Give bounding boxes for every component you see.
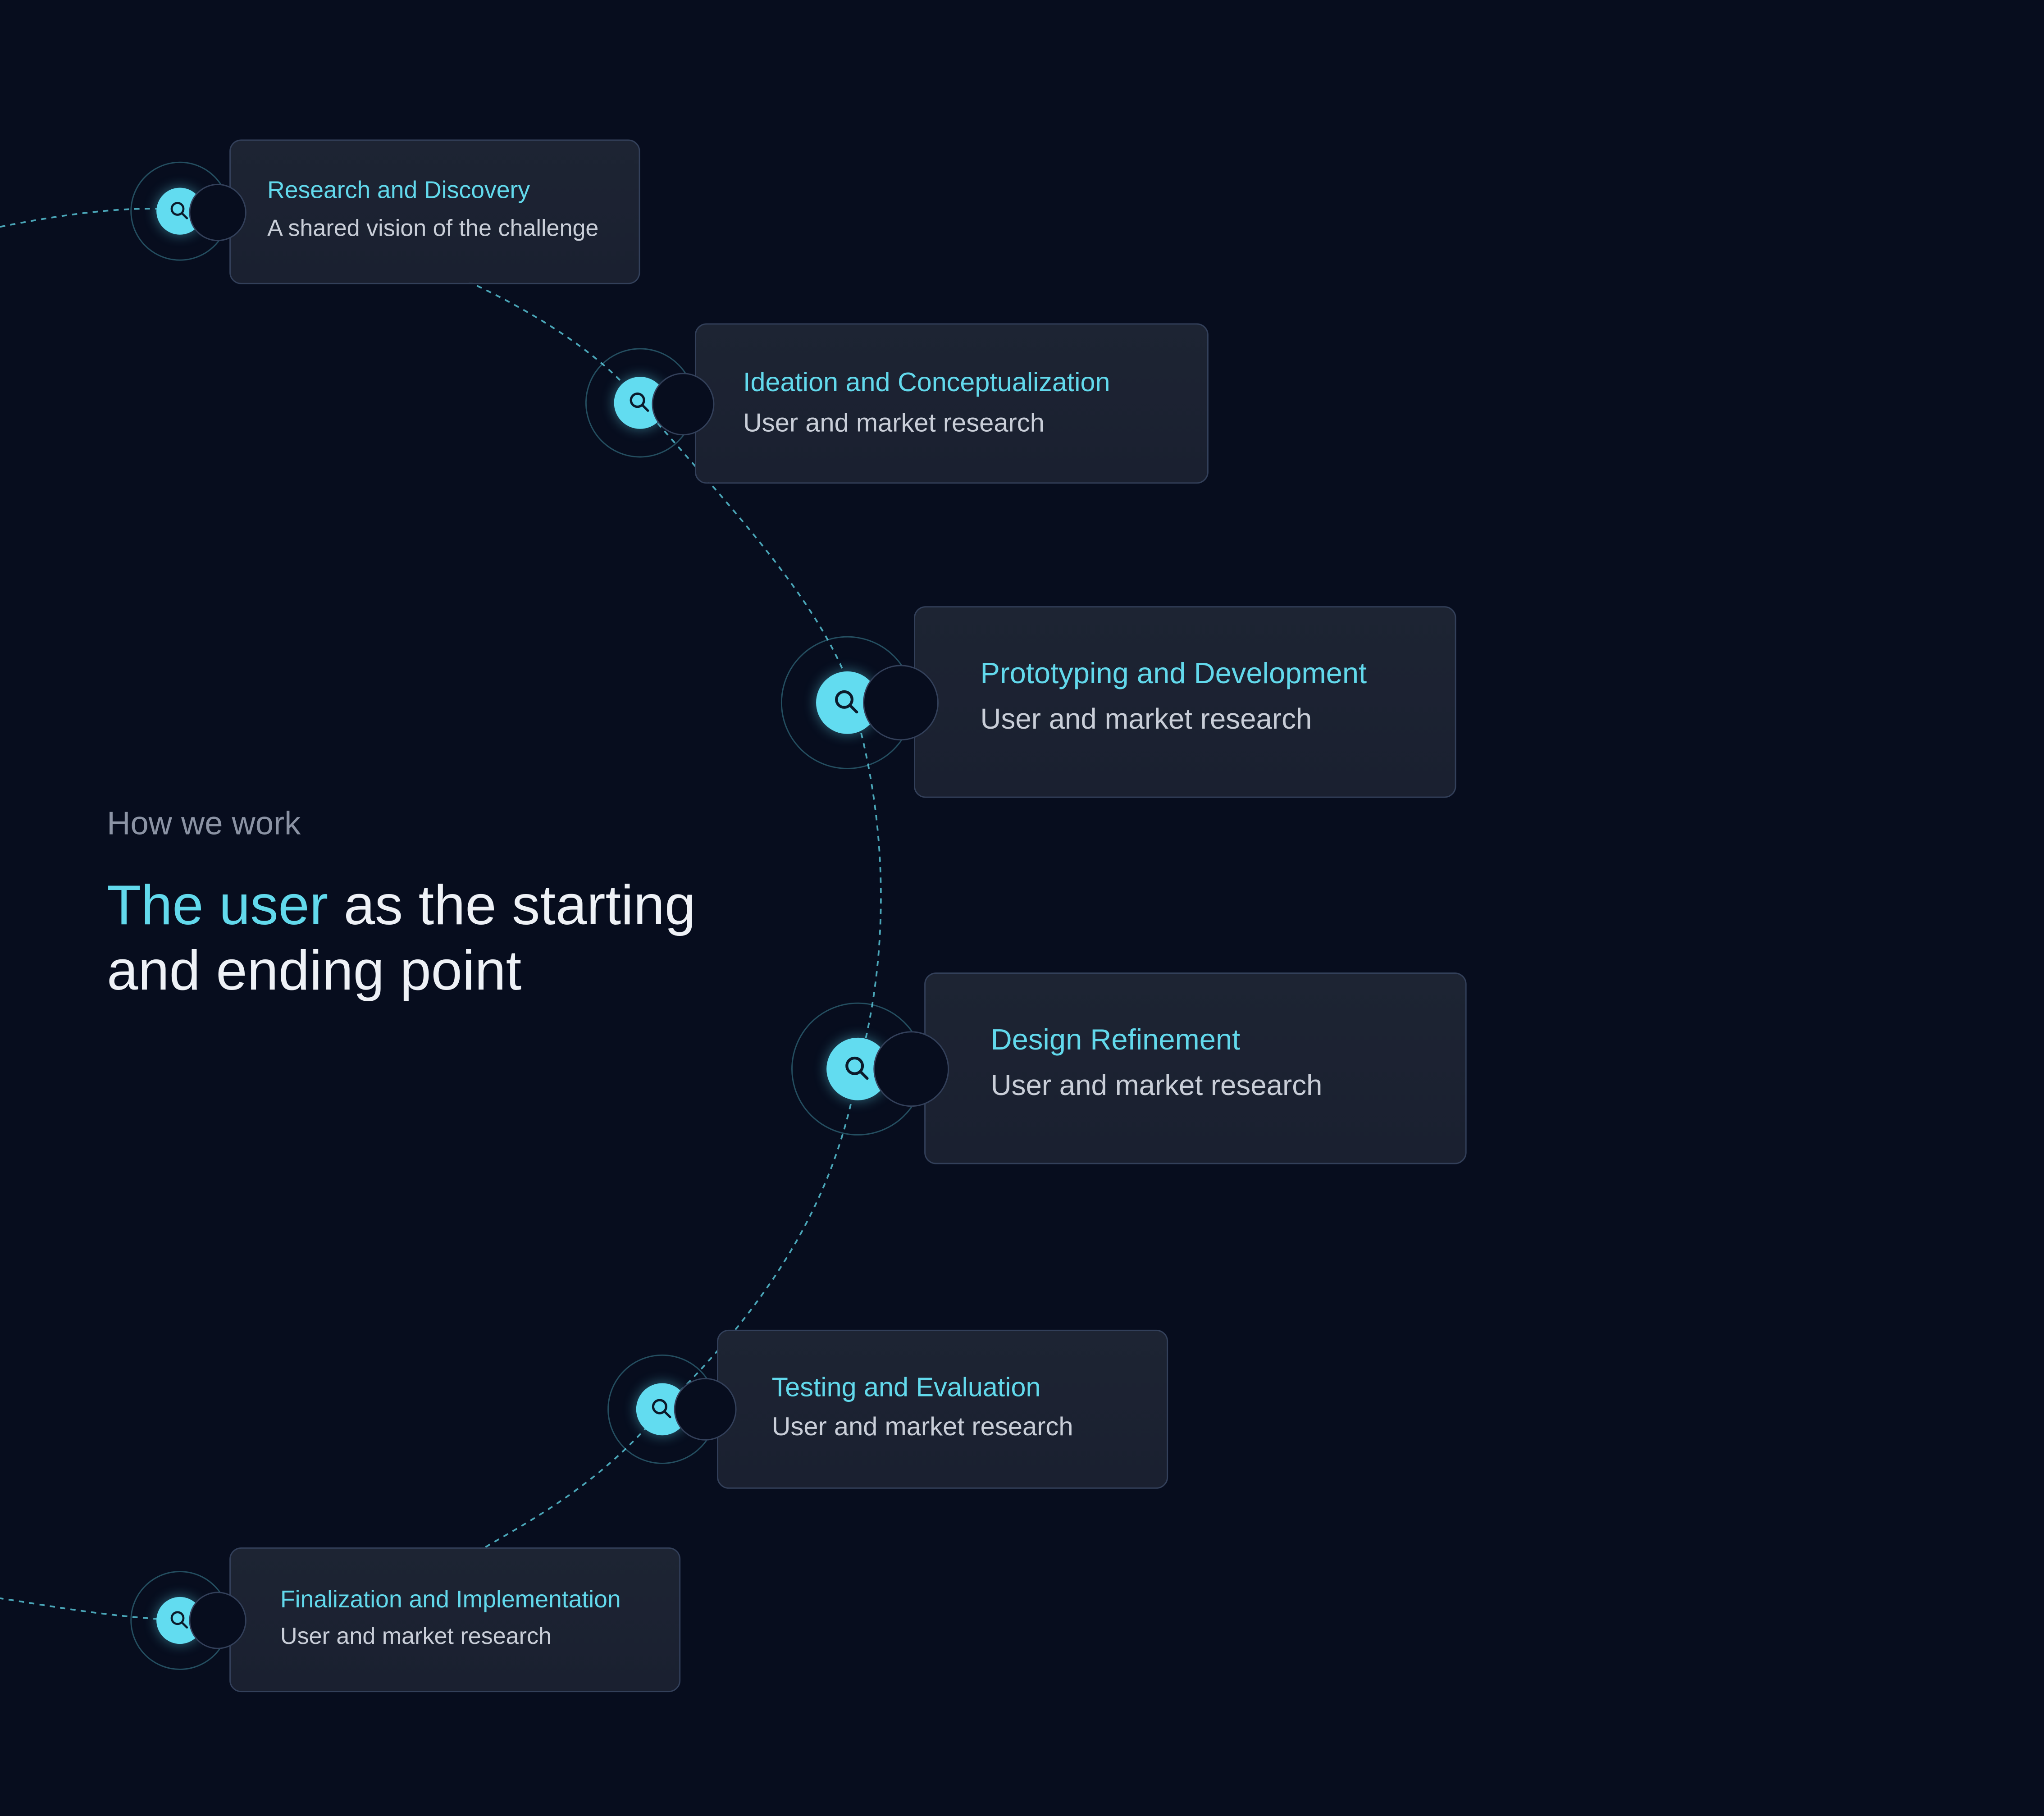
section-headline: The user as the starting and ending poin… bbox=[107, 873, 785, 1004]
step-subtitle: User and market research bbox=[990, 1069, 1323, 1102]
search-icon bbox=[170, 202, 188, 219]
search-icon bbox=[630, 392, 649, 412]
step-subtitle: User and market research bbox=[743, 409, 1045, 438]
headline-accent: The user bbox=[107, 875, 328, 938]
step-card-finalization[interactable]: Finalization and Implementation User and… bbox=[189, 1547, 681, 1693]
step-card-testing[interactable]: Testing and Evaluation User and market r… bbox=[674, 1329, 1168, 1489]
search-icon bbox=[835, 690, 858, 714]
process-diagram: How we work The user as the starting and… bbox=[0, 0, 2044, 1816]
step-subtitle: User and market research bbox=[771, 1413, 1073, 1442]
search-icon bbox=[845, 1056, 869, 1080]
section-kicker: How we work bbox=[107, 805, 301, 842]
step-title: Research and Discovery bbox=[267, 176, 530, 204]
step-title: Prototyping and Development bbox=[980, 657, 1367, 690]
step-title: Testing and Evaluation bbox=[771, 1373, 1041, 1403]
step-title: Design Refinement bbox=[990, 1023, 1241, 1056]
search-icon bbox=[170, 1611, 188, 1629]
search-icon bbox=[652, 1399, 671, 1419]
step-title: Ideation and Conceptualization bbox=[743, 367, 1110, 398]
step-card-ideation[interactable]: Ideation and Conceptualization User and … bbox=[652, 323, 1209, 484]
step-title: Finalization and Implementation bbox=[280, 1585, 621, 1613]
step-subtitle: A shared vision of the challenge bbox=[267, 215, 599, 242]
step-card-research[interactable]: Research and Discovery A shared vision o… bbox=[189, 139, 640, 284]
step-subtitle: User and market research bbox=[980, 703, 1312, 735]
step-subtitle: User and market research bbox=[280, 1623, 552, 1649]
step-card-refinement[interactable]: Design Refinement User and market resear… bbox=[873, 972, 1467, 1164]
step-card-prototyping[interactable]: Prototyping and Development User and mar… bbox=[863, 606, 1456, 798]
